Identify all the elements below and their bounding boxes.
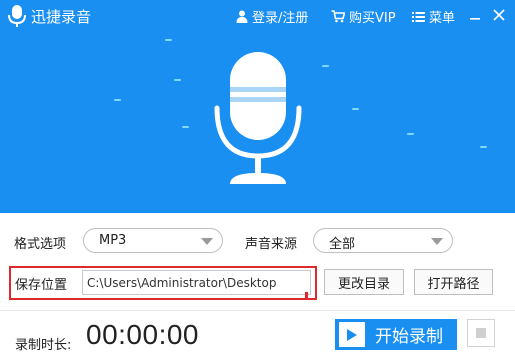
format-select[interactable]: MP3	[83, 228, 223, 253]
app-mic-logo-icon	[8, 5, 26, 27]
play-icon	[347, 328, 357, 341]
source-select[interactable]: 全部	[313, 228, 453, 253]
decor-dash	[322, 65, 329, 67]
decor-dash	[480, 146, 487, 148]
hero-banner: 迅捷录音 登录/注册 购买VIP 菜单	[0, 0, 515, 213]
minimize-icon	[470, 18, 480, 20]
menu-icon	[412, 11, 425, 22]
buy-vip-label: 购买VIP	[349, 11, 396, 26]
login-register-link[interactable]: 登录/注册	[236, 7, 308, 26]
decor-dash	[174, 79, 181, 81]
decor-dash	[182, 126, 189, 128]
format-label: 格式选项	[14, 237, 67, 252]
minimize-button[interactable]	[463, 3, 487, 27]
change-directory-button[interactable]: 更改目录	[324, 269, 404, 295]
menu-button[interactable]: 菜单	[412, 7, 455, 26]
buy-vip-link[interactable]: 购买VIP	[331, 7, 396, 26]
chevron-down-icon	[431, 238, 443, 245]
save-path-field[interactable]: C:\Users\Administrator\Desktop	[82, 270, 311, 295]
chevron-down-icon	[201, 238, 213, 245]
source-select-value: 全部	[329, 237, 356, 252]
decor-dash	[114, 99, 121, 101]
duration-label: 录制时长:	[15, 338, 72, 353]
decor-dash	[165, 39, 172, 41]
play-icon-box	[339, 322, 365, 347]
close-icon	[493, 9, 505, 21]
source-label: 声音来源	[245, 237, 298, 252]
title-bar: 迅捷录音 登录/注册 购买VIP 菜单	[0, 0, 515, 32]
app-title: 迅捷录音	[31, 8, 92, 26]
save-location-label: 保存位置	[15, 278, 68, 293]
start-recording-label: 开始录制	[375, 327, 443, 347]
menu-label: 菜单	[429, 11, 456, 26]
microphone-illustration	[214, 52, 302, 184]
decor-dash	[407, 133, 414, 135]
stop-button[interactable]	[467, 319, 495, 347]
divider	[0, 310, 515, 311]
decor-dash	[352, 108, 359, 110]
cart-icon	[331, 10, 345, 23]
recording-timer: 00:00:00	[86, 319, 199, 350]
login-register-label: 登录/注册	[252, 11, 309, 26]
stop-icon	[476, 328, 486, 338]
close-button[interactable]	[487, 3, 511, 27]
open-path-button[interactable]: 打开路径	[414, 269, 493, 295]
path-field-marker	[305, 292, 308, 298]
format-select-value: MP3	[99, 233, 127, 248]
start-recording-button[interactable]: 开始录制	[335, 319, 457, 350]
user-icon	[236, 10, 248, 23]
